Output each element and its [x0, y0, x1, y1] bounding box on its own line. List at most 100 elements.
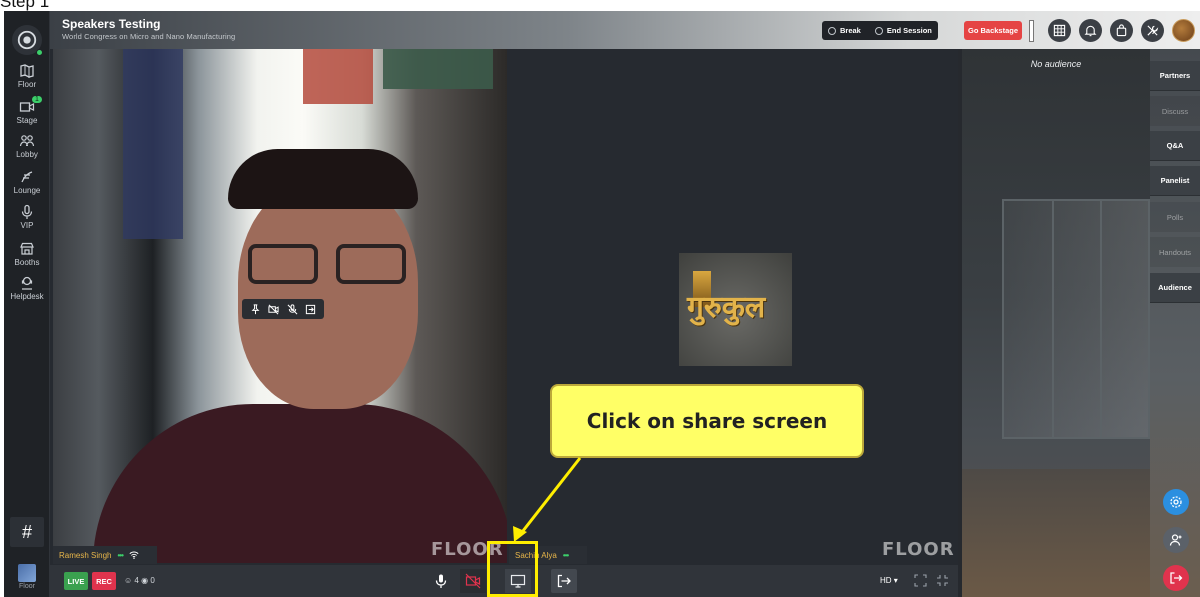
add-user-fab[interactable]: [1163, 527, 1189, 553]
top-bar: Speakers Testing World Congress on Micro…: [50, 11, 1200, 49]
sidebar-item-lounge[interactable]: Lounge: [4, 169, 50, 195]
tab-panelist[interactable]: Panelist: [1150, 166, 1200, 196]
add-user-icon: [1169, 534, 1182, 546]
attendee-icon: ☺: [124, 576, 133, 585]
tutorial-callout: Click on share screen: [550, 384, 864, 458]
helpdesk-icon: [21, 276, 33, 290]
tab-polls[interactable]: Polls: [1150, 202, 1200, 232]
sidebar-item-label: Helpdesk: [10, 292, 44, 301]
sidebar-item-stage[interactable]: 1 Stage: [4, 96, 50, 125]
backstage-toggle[interactable]: [1029, 20, 1034, 42]
tab-discuss[interactable]: Discuss: [1150, 96, 1200, 126]
sidebar-item-label: Lobby: [16, 150, 38, 159]
gear-icon: [1170, 496, 1182, 508]
speaker-face: [238, 179, 418, 409]
gear-logo-icon: [17, 30, 37, 50]
floor-thumbnail-label: Floor: [19, 583, 35, 590]
sidebar-item-vip[interactable]: VIP: [4, 204, 50, 230]
bag-button[interactable]: [1110, 19, 1133, 42]
wifi-icon: [129, 551, 139, 559]
sidebar-item-helpdesk[interactable]: Helpdesk: [4, 275, 50, 301]
fullscreen-icon[interactable]: [914, 574, 927, 587]
no-audience-text: No audience: [1030, 59, 1082, 69]
remove-from-stage-icon[interactable]: [305, 304, 316, 315]
viewer-icon: ◉: [141, 576, 149, 585]
break-button[interactable]: Break: [828, 26, 861, 35]
tab-qna[interactable]: Q&A: [1150, 131, 1200, 161]
mic-off-icon[interactable]: [287, 303, 298, 315]
speaker-glasses: [248, 244, 318, 284]
camera-toggle[interactable]: [460, 569, 486, 593]
tools-button[interactable]: [1141, 19, 1164, 42]
end-session-label: End Session: [886, 26, 932, 35]
background-floor: [962, 469, 1150, 597]
map-icon: [20, 64, 34, 78]
grid-button[interactable]: [1048, 19, 1071, 42]
session-controls: Break End Session: [822, 21, 938, 40]
background-curtain: [303, 49, 373, 104]
floor-thumbnail-image: [18, 564, 36, 582]
mic-icon: [21, 204, 33, 219]
second-speaker-tile[interactable]: गुरुकुल FLOOR: [509, 49, 958, 563]
stage-badge: 1: [32, 96, 42, 103]
share-screen-highlight: [487, 541, 538, 597]
sidebar-item-label: Booths: [14, 258, 40, 267]
more-options-icon[interactable]: •••: [563, 551, 569, 560]
floor-thumbnail[interactable]: Floor: [12, 564, 42, 590]
session-title: Speakers Testing: [62, 17, 161, 31]
sidebar-item-label: VIP: [20, 221, 34, 230]
video-off-icon[interactable]: [268, 304, 279, 315]
speaker-hair: [228, 149, 418, 209]
event-logo[interactable]: [12, 25, 43, 56]
sidebar-item-label: Floor: [17, 80, 37, 89]
tab-handouts[interactable]: Handouts: [1150, 237, 1200, 267]
screenshot-root: Step 1 Floor 1 Stage Lobby Lounge VIP Bo…: [0, 0, 1200, 597]
radio-icon: [874, 26, 883, 35]
left-nav-rail: Floor 1 Stage Lobby Lounge VIP Booths He…: [4, 11, 50, 597]
audience-stats: ☺ 4 ◉ 0: [124, 576, 155, 585]
background-curtain: [383, 49, 493, 89]
exit-icon: [1170, 572, 1183, 584]
tab-partners[interactable]: Partners: [1150, 61, 1200, 91]
sidebar-item-booths[interactable]: Booths: [4, 241, 50, 267]
participant-logo: गुरुकुल: [679, 253, 792, 366]
pin-icon[interactable]: [250, 303, 261, 315]
lounge-icon: [21, 171, 33, 183]
stage-area: FLOOR Ramesh Singh ••• गुरुकुल FLOOR Sac…: [50, 49, 958, 597]
speaker-video-tile[interactable]: FLOOR: [53, 49, 507, 563]
break-label: Break: [840, 26, 861, 35]
people-icon: [19, 135, 35, 147]
exit-icon: [557, 574, 571, 588]
user-avatar[interactable]: [1172, 19, 1195, 42]
booth-icon: [20, 242, 34, 255]
bell-icon: [1084, 25, 1097, 37]
settings-fab[interactable]: [1163, 489, 1189, 515]
tile-controls: [242, 299, 324, 319]
sidebar-item-lobby[interactable]: Lobby: [4, 133, 50, 159]
background-window: [1002, 199, 1150, 439]
speaker-name: Ramesh Singh: [59, 550, 112, 560]
caret-down-icon: ▾: [893, 576, 898, 585]
attendee-count: 4: [134, 576, 139, 585]
tools-icon: [1147, 25, 1159, 36]
bag-icon: [1116, 24, 1127, 37]
record-button[interactable]: REC: [92, 572, 116, 590]
grid-icon: [1053, 24, 1066, 37]
notifications-button[interactable]: [1079, 19, 1102, 42]
tab-audience[interactable]: Audience: [1150, 273, 1200, 303]
sidebar-item-floor[interactable]: Floor: [4, 63, 50, 89]
floor-watermark: FLOOR: [882, 539, 955, 560]
online-status-dot: [36, 49, 43, 56]
live-button[interactable]: LIVE: [64, 572, 88, 590]
exit-fullscreen-icon[interactable]: [936, 574, 949, 587]
microphone-toggle[interactable]: [428, 569, 454, 593]
camera-off-icon: [465, 573, 481, 589]
leave-stage-button[interactable]: [551, 569, 577, 593]
radio-icon: [828, 26, 836, 35]
go-backstage-button[interactable]: Go Backstage: [964, 21, 1022, 40]
quality-selector[interactable]: HD ▾: [880, 576, 898, 585]
exit-fab[interactable]: [1163, 565, 1189, 591]
hashtag-button[interactable]: #: [10, 517, 44, 547]
more-options-icon[interactable]: •••: [117, 551, 123, 560]
end-session-button[interactable]: End Session: [874, 26, 932, 35]
